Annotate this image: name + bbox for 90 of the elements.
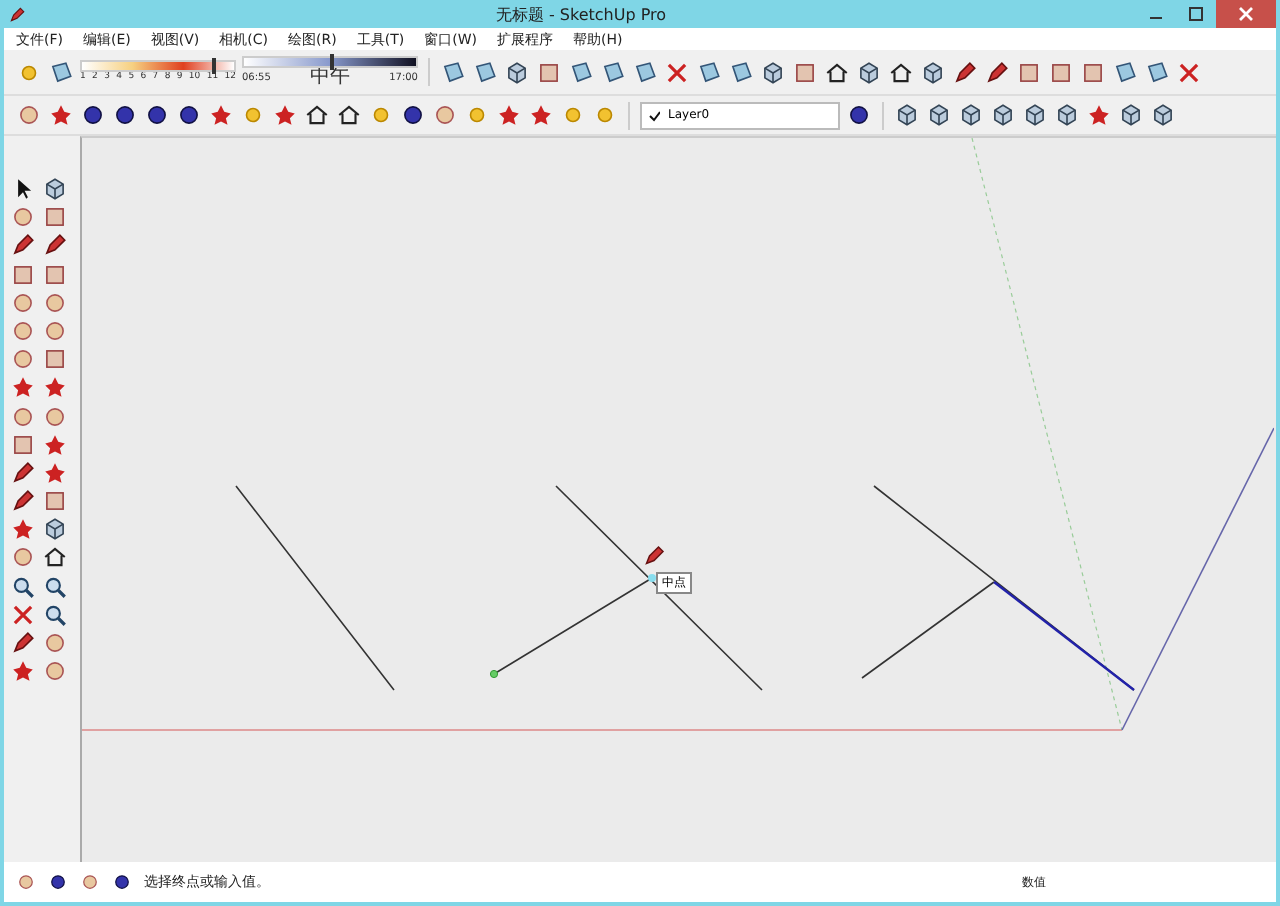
star-icon[interactable] — [272, 102, 298, 128]
circle-icon[interactable] — [10, 346, 36, 373]
house-icon[interactable] — [888, 59, 914, 85]
pencil-icon[interactable] — [42, 232, 68, 259]
square-icon[interactable] — [1016, 59, 1042, 85]
pencil-icon[interactable] — [952, 59, 978, 85]
house-icon[interactable] — [304, 102, 330, 128]
cube-icon[interactable] — [920, 59, 946, 85]
cube-icon[interactable] — [42, 176, 68, 202]
square-icon[interactable] — [42, 204, 68, 231]
window-title: 无标题 - SketchUp Pro — [495, 3, 667, 25]
circle-icon[interactable] — [10, 289, 36, 316]
cube-icon[interactable] — [1118, 102, 1144, 128]
pencil-icon[interactable] — [10, 630, 36, 656]
star-icon[interactable] — [528, 102, 554, 128]
disc-icon[interactable] — [112, 102, 138, 128]
close-icon[interactable] — [1216, 0, 1276, 28]
cross-icon[interactable] — [10, 601, 36, 628]
star-icon[interactable] — [208, 102, 234, 128]
star-icon[interactable] — [496, 102, 522, 128]
star-icon[interactable] — [48, 102, 74, 128]
circle-icon[interactable] — [42, 289, 68, 316]
square-icon[interactable] — [42, 261, 68, 288]
disc-icon[interactable] — [48, 872, 68, 892]
star-icon[interactable] — [10, 516, 36, 543]
pencil-icon[interactable] — [642, 544, 666, 568]
cube-icon[interactable] — [1150, 102, 1176, 128]
pencil-icon[interactable] — [984, 59, 1010, 85]
pencil-icon[interactable] — [8, 5, 26, 23]
circle-icon[interactable] — [10, 544, 36, 571]
star-icon[interactable] — [42, 374, 68, 401]
square-icon[interactable] — [10, 261, 36, 288]
magnifier-icon[interactable] — [10, 573, 36, 600]
circle-icon[interactable] — [10, 204, 36, 231]
cube-icon[interactable] — [42, 516, 68, 543]
pencil-icon[interactable] — [10, 459, 36, 486]
circle-icon[interactable] — [80, 872, 100, 892]
square-icon[interactable] — [1080, 59, 1106, 85]
time-slider[interactable] — [242, 56, 418, 68]
disc-icon[interactable] — [176, 102, 202, 128]
square-icon[interactable] — [1048, 59, 1074, 85]
square-icon[interactable] — [42, 346, 68, 373]
star-icon[interactable] — [42, 431, 68, 458]
circle-icon[interactable] — [42, 317, 68, 344]
circle-icon[interactable] — [16, 872, 36, 892]
star-icon[interactable] — [42, 459, 68, 486]
cube-icon[interactable] — [894, 102, 920, 128]
pencil-icon[interactable] — [10, 488, 36, 515]
disc-icon[interactable] — [112, 872, 132, 892]
cube-icon[interactable] — [760, 59, 786, 85]
sphere-icon[interactable] — [592, 102, 618, 128]
circle-icon[interactable] — [42, 403, 68, 429]
cross-icon[interactable] — [664, 59, 690, 85]
cube-icon[interactable] — [1022, 102, 1048, 128]
circle-icon[interactable] — [42, 658, 68, 685]
cube-icon[interactable] — [1054, 102, 1080, 128]
star-icon[interactable] — [1086, 102, 1112, 128]
house-icon[interactable] — [824, 59, 850, 85]
circle-icon[interactable] — [432, 102, 458, 128]
cube-icon[interactable] — [504, 59, 530, 85]
square-icon[interactable] — [536, 59, 562, 85]
cross-icon[interactable] — [1176, 59, 1202, 85]
magnifier-icon[interactable] — [42, 601, 68, 628]
cube-icon[interactable] — [926, 102, 952, 128]
sphere-icon[interactable] — [240, 102, 266, 128]
cube-icon[interactable] — [990, 102, 1016, 128]
square-icon[interactable] — [10, 431, 36, 458]
slider-thumb[interactable] — [211, 58, 216, 74]
disc-icon[interactable] — [846, 102, 872, 128]
cube-icon[interactable] — [958, 102, 984, 128]
check-icon — [648, 109, 660, 121]
sphere-icon[interactable] — [560, 102, 586, 128]
disc-icon[interactable] — [80, 102, 106, 128]
disc-icon[interactable] — [144, 102, 170, 128]
cube-icon[interactable] — [856, 59, 882, 85]
star-icon[interactable] — [10, 374, 36, 401]
circle-icon[interactable] — [10, 403, 36, 429]
disc-icon[interactable] — [400, 102, 426, 128]
square-icon[interactable] — [792, 59, 818, 85]
house-icon[interactable] — [336, 102, 362, 128]
house-icon[interactable] — [42, 544, 68, 571]
magnifier-icon[interactable] — [42, 573, 68, 600]
circle-icon[interactable] — [10, 317, 36, 344]
pencil-icon[interactable] — [10, 232, 36, 259]
sphere-icon[interactable] — [464, 102, 490, 128]
square-icon[interactable] — [42, 488, 68, 515]
circle-icon[interactable] — [42, 630, 68, 656]
star-icon[interactable] — [10, 658, 36, 685]
month-slider[interactable] — [80, 60, 236, 72]
circle-icon[interactable] — [16, 102, 42, 128]
